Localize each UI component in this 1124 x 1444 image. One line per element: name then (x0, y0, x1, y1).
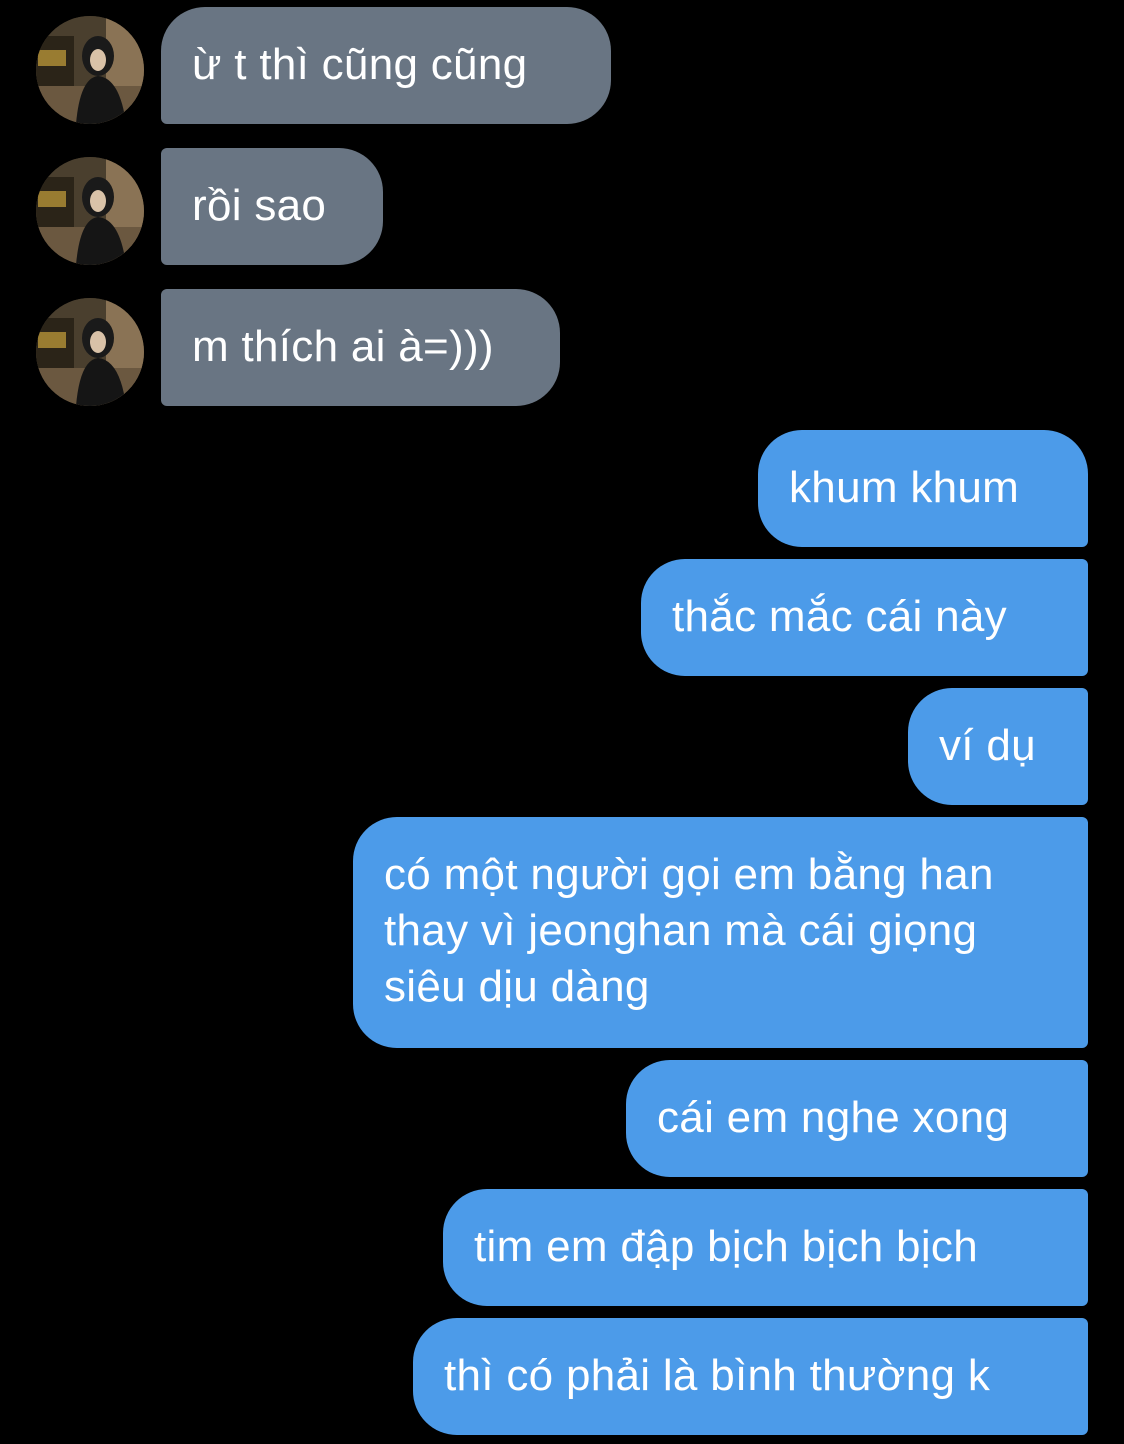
outgoing-message[interactable]: thắc mắc cái này (641, 559, 1088, 676)
outgoing-message[interactable]: thì có phải là bình thường k (413, 1318, 1088, 1435)
incoming-message[interactable]: m thích ai à=))) (161, 289, 560, 406)
outgoing-message[interactable]: ví dụ (908, 688, 1088, 805)
avatar-photo (36, 298, 144, 406)
outgoing-message[interactable]: có một người gọi em bằng han thay vì jeo… (353, 817, 1088, 1048)
avatar-photo (36, 157, 144, 265)
avatar[interactable] (36, 157, 144, 265)
incoming-message[interactable]: rồi sao (161, 148, 383, 265)
avatar[interactable] (36, 16, 144, 124)
avatar[interactable] (36, 298, 144, 406)
outgoing-message[interactable]: cái em nghe xong (626, 1060, 1088, 1177)
outgoing-message[interactable]: tim em đập bịch bịch bịch (443, 1189, 1088, 1306)
avatar-photo (36, 16, 144, 124)
incoming-message[interactable]: ừ t thì cũng cũng (161, 7, 611, 124)
outgoing-message[interactable]: khum khum (758, 430, 1088, 547)
